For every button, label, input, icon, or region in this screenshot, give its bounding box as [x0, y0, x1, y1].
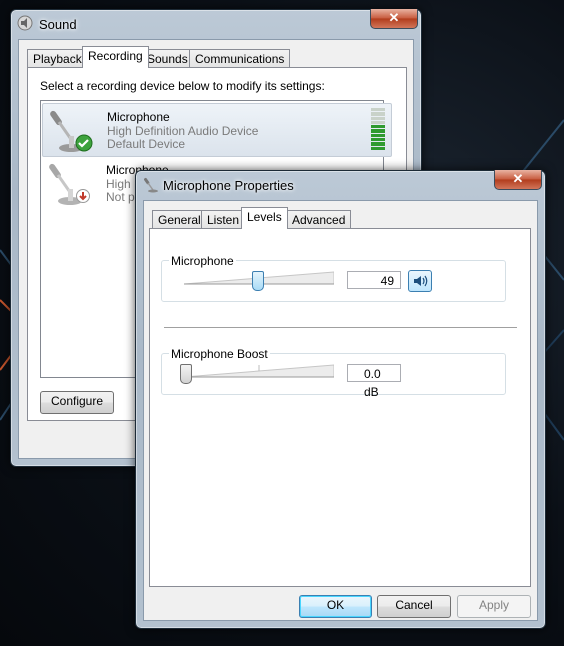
sound-window-title: Sound [39, 17, 77, 32]
tab-playback[interactable]: Playback [27, 49, 88, 68]
device-item-microphone-default[interactable]: Microphone High Definition Audio Device … [42, 103, 392, 157]
boost-level-track [184, 364, 334, 378]
unplugged-arrow-icon [76, 189, 90, 203]
default-check-icon [75, 134, 93, 152]
boost-level-label: Microphone Boost [169, 347, 270, 361]
tab-advanced[interactable]: Advanced [286, 210, 352, 229]
microphone-level-group: Microphone 49 [161, 254, 506, 302]
properties-window-title: Microphone Properties [163, 178, 294, 193]
tab-listen[interactable]: Listen [201, 210, 246, 229]
properties-close-button[interactable]: ✕ [494, 170, 542, 190]
tab-levels[interactable]: Levels [241, 207, 288, 229]
ok-button[interactable]: OK [299, 595, 372, 618]
microphone-level-slider[interactable] [252, 271, 264, 291]
levels-panel: Microphone 49 Microphone Boost 0.0 dB [149, 228, 531, 587]
speaker-app-icon [17, 15, 33, 31]
microphone-properties-window: Microphone Properties ✕ General Listen L… [135, 170, 546, 629]
boost-level-group: Microphone Boost 0.0 dB [161, 347, 506, 399]
level-meter [371, 108, 385, 150]
tab-recording[interactable]: Recording [82, 46, 149, 68]
tab-sounds[interactable]: Sounds [141, 49, 194, 68]
microphone-level-label: Microphone [169, 254, 236, 268]
device-status: Not p [106, 190, 135, 204]
apply-button[interactable]: Apply [457, 595, 531, 618]
device-status: Default Device [107, 137, 186, 151]
device-driver: High [106, 177, 131, 191]
speaker-icon [414, 275, 428, 287]
device-name: Microphone [107, 110, 170, 124]
instruction-text: Select a recording device below to modif… [40, 79, 325, 93]
sound-titlebar[interactable]: Sound ✕ [11, 9, 421, 40]
device-driver: High Definition Audio Device [107, 124, 259, 138]
tab-communications[interactable]: Communications [189, 49, 291, 68]
microphone-level-value[interactable]: 49 [347, 271, 401, 289]
boost-level-value[interactable]: 0.0 dB [347, 364, 401, 399]
levels-divider [164, 327, 517, 329]
microphone-app-icon [144, 177, 158, 193]
tab-general[interactable]: General [152, 210, 207, 229]
properties-client-area: General Listen Levels Advanced Microphon… [143, 200, 538, 621]
sound-close-button[interactable]: ✕ [370, 9, 418, 29]
mute-toggle-button[interactable] [408, 270, 432, 292]
properties-titlebar[interactable]: Microphone Properties ✕ [136, 170, 545, 201]
cancel-button[interactable]: Cancel [377, 595, 451, 618]
configure-button[interactable]: Configure [40, 391, 114, 414]
boost-level-slider[interactable] [180, 364, 192, 384]
